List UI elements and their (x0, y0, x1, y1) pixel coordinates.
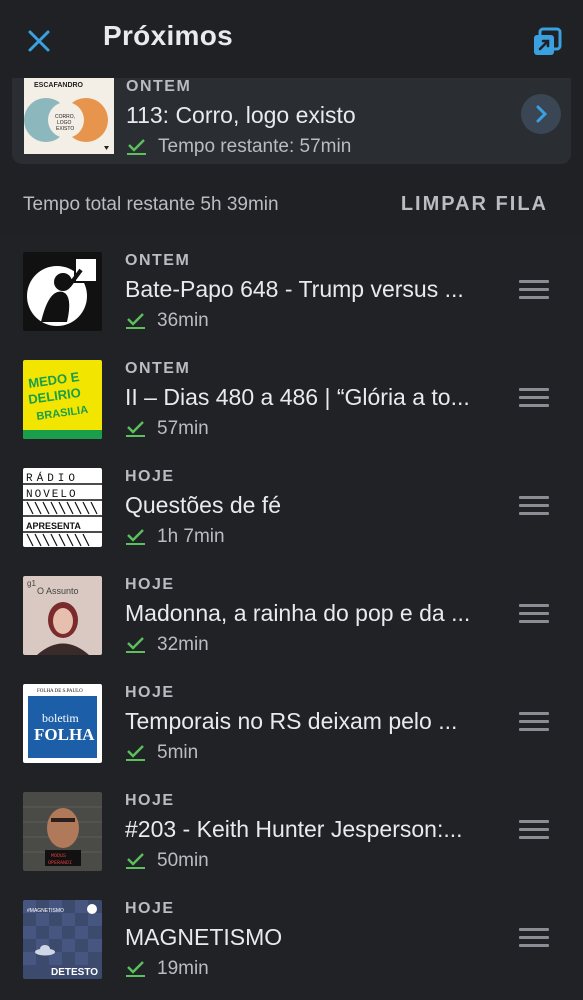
list-item[interactable]: g1 O Assunto HOJE Madonna, a rainha do p… (0, 560, 583, 668)
episode-title: Madonna, a rainha do pop e da ... (125, 600, 471, 626)
duration-text: 5min (157, 742, 199, 763)
episode-date: ONTEM (125, 252, 191, 269)
episode-artwork: RÁDIO NOVELO APRESENTA (23, 468, 102, 547)
svg-text:FOLHA DE S.PAULO: FOLHA DE S.PAULO (37, 689, 83, 694)
queue-list: ONTEM Bate-Papo 648 - Trump versus ... 3… (0, 236, 583, 1000)
list-item[interactable]: MODUS OPERANDI HOJE #203 - Keith Hunter … (0, 776, 583, 884)
now-playing-card[interactable]: ESCAFANDRO CORRO, LOGO EXISTO ONTEM 113:… (12, 78, 571, 164)
clear-queue-button[interactable]: LIMPAR FILA (401, 193, 548, 216)
episode-date: HOJE (125, 468, 175, 485)
episode-artwork: MEDO E DELIRIO BRASILIA (23, 360, 102, 439)
episode-title: Questões de fé (125, 492, 281, 518)
drag-handle-icon[interactable] (519, 496, 549, 516)
episode-duration: 19min (125, 958, 209, 980)
remaining-time: Tempo restante: 57min (158, 136, 352, 157)
duration-text: 36min (157, 310, 209, 331)
close-icon[interactable] (26, 28, 52, 54)
episode-artwork: g1 O Assunto (23, 576, 102, 655)
svg-text:EXISTO: EXISTO (56, 126, 74, 132)
downloaded-icon (126, 637, 145, 653)
svg-text:RÁDIO: RÁDIO (26, 471, 79, 485)
drag-handle-icon[interactable] (519, 928, 549, 948)
episode-title: 113: Corro, logo existo (126, 102, 356, 128)
chevron-right-icon (536, 105, 548, 123)
svg-text:MODUS: MODUS (51, 853, 66, 859)
svg-text:DETESTO: DETESTO (51, 967, 98, 978)
page-title: Próximos (103, 20, 233, 51)
list-item[interactable]: ONTEM Bate-Papo 648 - Trump versus ... 3… (0, 236, 583, 344)
episode-duration: 57min (125, 418, 209, 440)
svg-text:FOLHA: FOLHA (34, 725, 95, 744)
duration-text: 50min (157, 850, 209, 871)
svg-text:g1: g1 (27, 579, 36, 588)
downloaded-icon (127, 139, 146, 155)
episode-artwork: FOLHA DE S.PAULO boletim FOLHA (23, 684, 102, 763)
episode-title: Bate-Papo 648 - Trump versus ... (125, 276, 464, 302)
episode-title: II – Dias 480 a 486 | “Glória a to... (125, 384, 470, 410)
list-item[interactable]: FOLHA DE S.PAULO boletim FOLHA HOJE Temp… (0, 668, 583, 776)
episode-date: HOJE (125, 684, 175, 701)
svg-text:OPERANDI: OPERANDI (48, 860, 72, 866)
svg-text:APRESENTA: APRESENTA (26, 521, 81, 531)
episode-date: HOJE (125, 792, 175, 809)
episode-title: Temporais no RS deixam pelo ... (125, 708, 458, 734)
downloaded-icon (126, 313, 145, 329)
drag-handle-icon[interactable] (519, 604, 549, 624)
episode-title: #203 - Keith Hunter Jesperson:... (125, 816, 463, 842)
episode-artwork: #MAGNETISMO DETESTO (23, 900, 102, 979)
drag-handle-icon[interactable] (519, 820, 549, 840)
duration-text: 19min (157, 958, 209, 979)
open-episode-button[interactable] (521, 94, 561, 134)
episode-duration: 50min (125, 850, 209, 872)
popout-icon[interactable] (531, 26, 563, 58)
episode-date: HOJE (125, 576, 175, 593)
queue-summary: Tempo total restante 5h 39min LIMPAR FIL… (0, 172, 583, 236)
episode-date: HOJE (125, 900, 175, 917)
svg-text:boletim: boletim (42, 711, 79, 725)
total-remaining: Tempo total restante 5h 39min (23, 194, 279, 215)
episode-artwork: ESCAFANDRO CORRO, LOGO EXISTO (24, 78, 114, 154)
art-title: ESCAFANDRO (34, 82, 84, 89)
duration-text: 1h 7min (157, 526, 225, 547)
episode-date: ONTEM (125, 360, 191, 377)
drag-handle-icon[interactable] (519, 388, 549, 408)
episode-title: MAGNETISMO (125, 924, 283, 950)
list-item[interactable]: #MAGNETISMO DETESTO HOJE MAGNETISMO 19mi… (0, 884, 583, 992)
downloaded-icon (126, 745, 145, 761)
episode-date: ONTEM (126, 78, 192, 95)
episode-duration: 1h 7min (125, 526, 225, 548)
downloaded-icon (126, 853, 145, 869)
svg-text:NOVELO: NOVELO (26, 489, 78, 501)
episode-duration: 5min (125, 742, 198, 764)
list-item[interactable]: RÁDIO NOVELO APRESENTA HOJE Questões de … (0, 452, 583, 560)
downloaded-icon (126, 529, 145, 545)
svg-text:O Assunto: O Assunto (37, 586, 79, 596)
drag-handle-icon[interactable] (519, 712, 549, 732)
episode-duration: Tempo restante: 57min (126, 136, 351, 158)
downloaded-icon (126, 421, 145, 437)
downloaded-icon (126, 961, 145, 977)
drag-handle-icon[interactable] (519, 280, 549, 300)
svg-text:#MAGNETISMO: #MAGNETISMO (27, 908, 64, 914)
episode-duration: 36min (125, 310, 209, 332)
episode-duration: 32min (125, 634, 209, 656)
top-bar: Próximos (0, 0, 583, 80)
list-item[interactable]: MEDO E DELIRIO BRASILIA ONTEM II – Dias … (0, 344, 583, 452)
duration-text: 57min (157, 418, 209, 439)
duration-text: 32min (157, 634, 209, 655)
episode-artwork (23, 252, 102, 331)
episode-artwork: MODUS OPERANDI (23, 792, 102, 871)
